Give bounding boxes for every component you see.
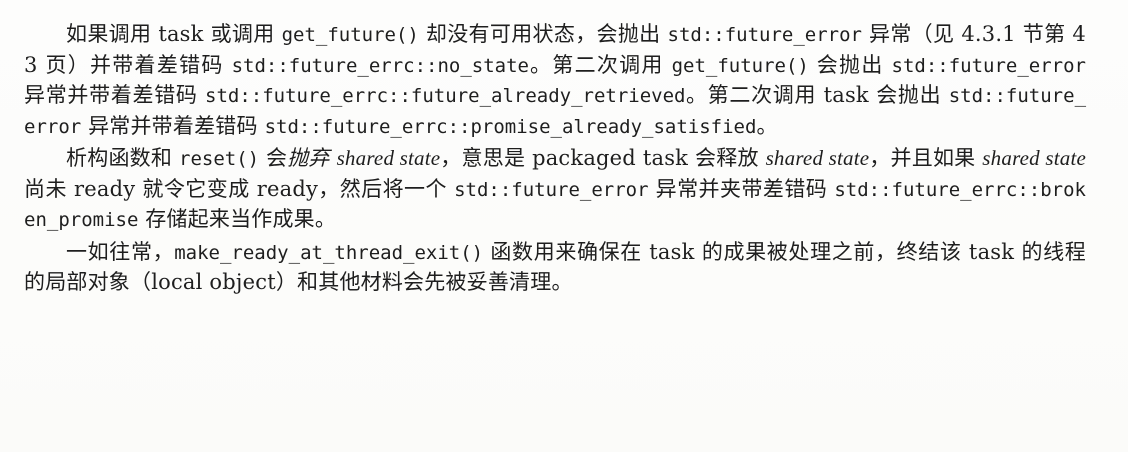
text-run: 尚未 ready 就令它变成 ready，然后将一个 xyxy=(24,176,455,201)
code-identifier: std::future_error xyxy=(891,54,1086,77)
text-run: 异常并带着差错码 xyxy=(24,83,206,107)
code-identifier: std::future_error xyxy=(454,178,649,201)
text-run: 。第二次调用 task 会抛出 xyxy=(685,83,949,107)
text-run: 一如往常， xyxy=(66,239,175,264)
text-run: 异常并夹带差错码 xyxy=(648,176,835,201)
paragraph: 如果调用 task 或调用 get_future() 却没有可用状态，会抛出 s… xyxy=(24,20,1086,142)
paragraph: 一如往常，make_ready_at_thread_exit() 函数用来确保在… xyxy=(24,238,1086,298)
emphasized-term: shared state xyxy=(982,146,1087,170)
code-identifier: make_ready_at_thread_exit() xyxy=(174,241,484,264)
text-run: 存储起来当作成果。 xyxy=(138,207,337,231)
book-page: 如果调用 task 或调用 get_future() 却没有可用状态，会抛出 s… xyxy=(0,0,1128,452)
text-run: 。第二次调用 xyxy=(528,52,672,77)
code-identifier: std::future_errc::no_state xyxy=(231,54,529,77)
code-identifier: get_future() xyxy=(281,24,419,46)
text-run: 会抛出 xyxy=(808,52,892,77)
code-identifier: std::future_errc::promise_already_satisf… xyxy=(264,115,757,138)
emphasized-term: shared state xyxy=(765,146,870,170)
text-run: 析构函数和 xyxy=(66,146,179,170)
text-run: ，并且如果 xyxy=(869,146,983,170)
code-identifier: reset() xyxy=(179,148,260,170)
emphasized-term: 抛弃 xyxy=(287,146,330,170)
text-run: ，意思是 packaged task 会释放 xyxy=(440,146,766,170)
text-run: 。 xyxy=(756,113,778,138)
emphasized-term: shared state xyxy=(336,146,441,170)
text-run: 却没有可用状态，会抛出 xyxy=(418,22,668,46)
paragraph: 析构函数和 reset() 会抛弃 shared state，意思是 packa… xyxy=(24,144,1086,236)
body-text: 如果调用 task 或调用 get_future() 却没有可用状态，会抛出 s… xyxy=(24,20,1086,298)
code-identifier: get_future() xyxy=(671,54,809,77)
text-run xyxy=(330,146,337,170)
code-identifier: std::future_error xyxy=(667,24,862,46)
text-run: 会 xyxy=(259,146,288,170)
text-run: 异常并带着差错码 xyxy=(81,113,265,138)
text-run: 如果调用 task 或调用 xyxy=(66,22,282,46)
code-identifier: std::future_errc::future_already_retriev… xyxy=(205,85,686,107)
